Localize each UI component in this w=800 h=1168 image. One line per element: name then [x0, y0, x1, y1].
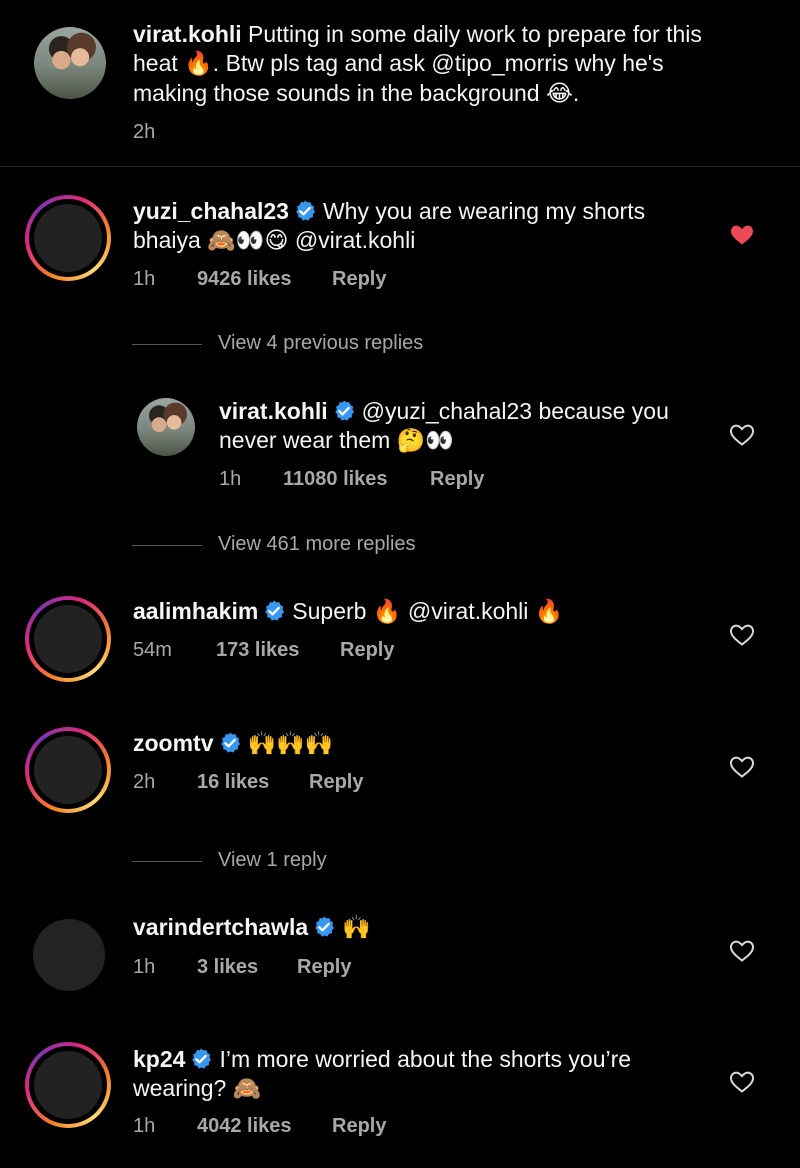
comment-zoomtv: zoomtv 🙌🙌🙌	[133, 729, 723, 759]
likes-count[interactable]: 11080 likes	[283, 467, 388, 491]
heart-icon[interactable]	[729, 623, 755, 647]
comment-time: 1h	[133, 956, 156, 978]
comment-username[interactable]: zoomtv	[133, 730, 214, 756]
laughing-emoji: 😂	[546, 81, 573, 107]
likes-count[interactable]: 3 likes	[197, 955, 258, 979]
verified-badge-icon	[293, 199, 317, 223]
avatar-yuzi-chahal23[interactable]	[25, 195, 111, 281]
verified-badge-icon	[312, 915, 336, 939]
comment-username[interactable]: varindertchawla	[133, 914, 308, 940]
liked-heart-icon[interactable]	[729, 223, 755, 247]
reply-button[interactable]: Reply	[332, 267, 386, 291]
reply-button[interactable]: Reply	[430, 467, 484, 491]
avatar-virat-kohli-reply[interactable]	[137, 398, 195, 456]
view-more-replies-label[interactable]: View 461 more replies	[218, 533, 416, 556]
comment-username[interactable]: aalimhakim	[133, 598, 258, 624]
see-no-evil-emoji: 🙈	[232, 1076, 262, 1102]
verified-badge-icon	[218, 731, 242, 755]
view-previous-replies-label[interactable]: View 4 previous replies	[218, 332, 423, 355]
comment-time: 1h	[133, 268, 156, 290]
caption-time: 2h	[133, 121, 156, 143]
raising-hands-emoji: 🙌🙌🙌	[247, 731, 334, 757]
likes-count[interactable]: 4042 likes	[197, 1114, 292, 1138]
fire-emoji: 🔥	[372, 599, 402, 625]
comment-yuzi-chahal23: yuzi_chahal23 Why you are wearing my shor…	[133, 197, 723, 256]
comment-varindertchawla: varindertchawla 🙌	[133, 913, 723, 943]
mention-link[interactable]: @virat.kohli	[295, 227, 416, 253]
verified-badge-icon	[189, 1047, 213, 1071]
caption-line3: making those sounds in the background	[133, 80, 540, 106]
likes-count[interactable]: 16 likes	[197, 770, 269, 794]
comment-text: I’m more worried about the shorts you’re	[219, 1046, 632, 1072]
avatar-aalimhakim[interactable]	[25, 596, 111, 682]
reply-time: 1h	[219, 468, 242, 490]
caption-line1: Putting in some daily work to prepare fo…	[248, 21, 702, 47]
raising-hands-emoji: 🙌	[342, 915, 371, 941]
comment-time: 54m	[133, 639, 172, 661]
emoji-group: 🙈👀😋	[207, 228, 289, 254]
caption-divider	[0, 166, 800, 167]
likes-count[interactable]: 173 likes	[216, 638, 299, 662]
avatar-kp24[interactable]	[25, 1042, 111, 1128]
comment-text: Superb	[292, 598, 367, 624]
reply-text: @yuzi_chahal23 because you	[361, 398, 669, 424]
comment-time: 2h	[133, 771, 156, 793]
comment-username[interactable]: yuzi_chahal23	[133, 198, 289, 224]
avatar-image	[34, 1051, 102, 1119]
comment-text-2: wearing?	[133, 1075, 227, 1101]
heart-icon[interactable]	[729, 1070, 755, 1094]
avatar-image	[34, 204, 102, 272]
comment-text-2: bhaiya	[133, 227, 201, 253]
verified-badge-icon	[332, 399, 356, 423]
mention-link[interactable]: @virat.kohli	[408, 598, 529, 624]
avatar-image	[34, 736, 102, 804]
avatar-varindertchawla[interactable]	[33, 919, 105, 991]
comment-aalimhakim: aalimhakim Superb 🔥 @virat.kohli 🔥	[133, 597, 723, 627]
reply-button[interactable]: Reply	[309, 770, 363, 794]
heart-icon[interactable]	[729, 423, 755, 447]
caption-username[interactable]: virat.kohli	[133, 21, 242, 47]
reply-button[interactable]: Reply	[340, 638, 394, 662]
avatar-zoomtv[interactable]	[25, 727, 111, 813]
replies-divider-line	[132, 344, 202, 345]
view-one-reply-label[interactable]: View 1 reply	[218, 849, 327, 872]
avatar-image	[34, 605, 102, 673]
comment-text: Why you are wearing my shorts	[322, 198, 646, 224]
comment-time: 1h	[133, 1115, 156, 1137]
fire-emoji: 🔥	[534, 599, 564, 625]
verified-badge-icon	[262, 599, 286, 623]
caption-text: virat.kohli Putting in some daily work t…	[133, 20, 773, 109]
emoji-group: 🤔👀	[396, 428, 454, 454]
heart-icon[interactable]	[729, 755, 755, 779]
replies-divider-line	[132, 861, 202, 862]
reply-username[interactable]: virat.kohli	[219, 398, 328, 424]
reply-button[interactable]: Reply	[297, 955, 351, 979]
heart-icon[interactable]	[729, 939, 755, 963]
likes-count[interactable]: 9426 likes	[197, 267, 292, 291]
reply-virat-kohli: virat.kohli @yuzi_chahal23 because you ne…	[219, 397, 729, 456]
caption-avatar[interactable]	[34, 27, 106, 99]
caption-line2a: heat	[133, 50, 178, 76]
reply-button[interactable]: Reply	[332, 1114, 386, 1138]
reply-text-2: never wear them	[219, 427, 391, 453]
fire-emoji: 🔥	[184, 51, 213, 77]
caption-line3-end: .	[572, 80, 580, 106]
replies-divider-line	[132, 545, 202, 546]
comment-username[interactable]: kp24	[133, 1046, 185, 1072]
comment-kp24: kp24 I’m more worried about the shorts yo…	[133, 1045, 723, 1104]
caption-line2b: . Btw pls tag and ask @tipo_morris why h…	[212, 50, 664, 76]
